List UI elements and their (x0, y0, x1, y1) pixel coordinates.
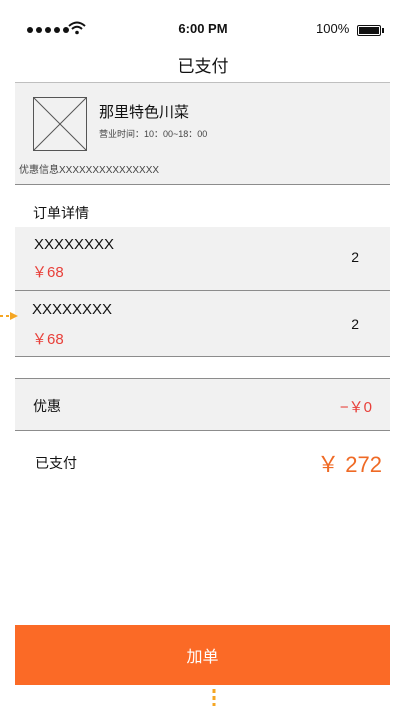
battery-icon (357, 25, 384, 36)
battery-percentage: 100% (316, 21, 350, 36)
order-details-title: 订单详情 (33, 205, 89, 221)
annotation-dashed-line-icon (212, 689, 216, 706)
item-quantity: 2 (351, 249, 359, 265)
item-name: XXXXXXXX (32, 301, 113, 318)
paid-total: ￥ 272 (317, 452, 382, 477)
add-order-button[interactable]: 加单 (15, 625, 390, 685)
shop-card[interactable]: 那里特色川菜 营业时间：10：00~18：00 优惠信息XXXXXXXXXXXX… (15, 82, 390, 185)
promo-info: 优惠信息XXXXXXXXXXXXXXX (19, 165, 160, 176)
page-title: 已支付 (177, 57, 229, 76)
business-hours: 营业时间：10：00~18：00 (99, 129, 208, 139)
annotation-arrow-icon (0, 312, 18, 320)
item-price: ￥68 (32, 331, 64, 348)
item-quantity: 2 (351, 316, 359, 332)
order-item[interactable]: XXXXXXXX ￥68 2 (15, 291, 390, 357)
item-price: ￥68 (32, 264, 64, 281)
status-bar: 6:00 PM 100% (0, 0, 406, 36)
discount-label: 优惠 (33, 398, 61, 414)
item-name: XXXXXXXX (34, 236, 115, 253)
paid-label: 已支付 (35, 455, 77, 471)
order-item[interactable]: XXXXXXXX ￥68 2 (15, 227, 390, 291)
discount-row: 优惠 −￥0 (15, 378, 390, 431)
image-placeholder-icon (33, 97, 87, 151)
discount-value: −￥0 (339, 399, 372, 416)
shop-name: 那里特色川菜 (99, 104, 190, 121)
